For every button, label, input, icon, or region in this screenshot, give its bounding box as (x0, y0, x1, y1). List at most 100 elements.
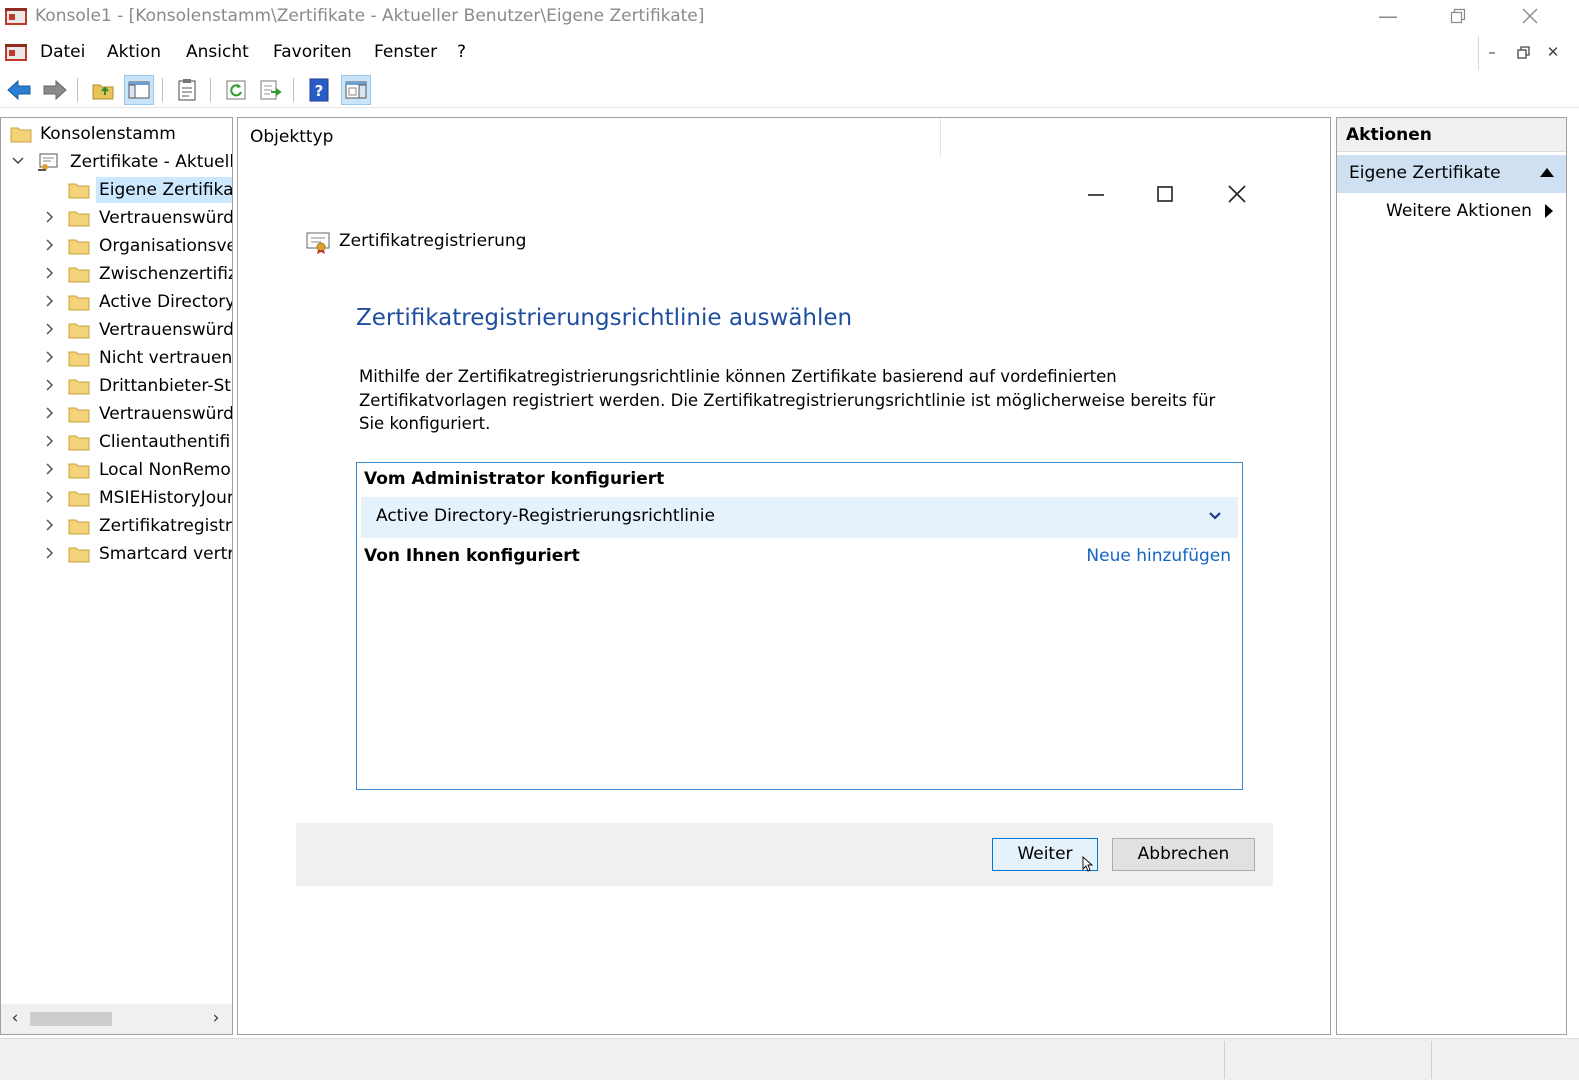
folder-icon (68, 463, 90, 479)
tree-item-certificate-folder[interactable]: Zertifikatregistri (1, 512, 232, 540)
refresh-button[interactable] (221, 75, 251, 105)
export-list-button[interactable] (256, 75, 286, 105)
chevron-right-icon[interactable] (42, 378, 56, 392)
policy-item-label: Active Directory-Registrierungsrichtlini… (376, 506, 715, 526)
menu-help[interactable]: ? (457, 42, 466, 62)
chevron-right-icon[interactable] (42, 406, 56, 420)
actions-group-eigene-zertifikate[interactable]: Eigene Zertifikate (1337, 155, 1566, 193)
close-button[interactable] (1515, 4, 1545, 30)
toolbar-separator (293, 78, 294, 102)
tree-item-label: Vertrauenswürdi (99, 208, 232, 228)
child-restore-button[interactable] (1512, 42, 1534, 64)
add-new-link[interactable]: Neue hinzufügen (1086, 546, 1231, 566)
toolbar-separator (77, 78, 78, 102)
tree-item-certificate-folder[interactable]: Active Directory (1, 288, 232, 316)
show-hide-action-pane-button[interactable] (341, 75, 371, 105)
restore-button[interactable] (1443, 4, 1473, 30)
tree-item-certificate-store[interactable]: Zertifikate - Aktuell (1, 148, 232, 176)
chevron-right-icon[interactable] (42, 350, 56, 364)
chevron-right-icon[interactable] (42, 238, 56, 252)
tree-item-certificate-folder[interactable]: MSIEHistoryJour (1, 484, 232, 512)
chevron-right-icon[interactable] (42, 546, 56, 560)
tree-item-label: Drittanbieter-Sta (99, 376, 232, 396)
close-icon (1228, 185, 1246, 203)
tree-item-label: Konsolenstamm (40, 124, 176, 144)
tree-item-certificate-folder[interactable]: Organisationsve (1, 232, 232, 260)
collapse-up-icon[interactable] (1540, 168, 1554, 177)
minimize-button[interactable]: — (1373, 4, 1403, 30)
toolbar: ? (0, 72, 1579, 108)
folder-icon (68, 323, 90, 339)
menu-ansicht[interactable]: Ansicht (186, 42, 249, 62)
folder-icon (68, 351, 90, 367)
menu-fenster[interactable]: Fenster (374, 42, 437, 62)
actions-header-label: Aktionen (1346, 125, 1432, 145)
tree-item-label: Organisationsve (99, 236, 232, 256)
up-folder-button[interactable] (88, 75, 118, 105)
tree-item-label: Vertrauenswürdi (99, 320, 232, 340)
chevron-right-icon[interactable] (42, 490, 56, 504)
console-icon[interactable] (4, 40, 28, 64)
forward-button[interactable] (40, 75, 70, 105)
folder-icon (68, 407, 90, 423)
scrollbar-thumb[interactable] (30, 1012, 112, 1026)
scroll-left-icon[interactable]: ‹ (5, 1008, 25, 1028)
submenu-arrow-icon (1545, 204, 1553, 218)
chevron-right-icon[interactable] (42, 434, 56, 448)
mmc-app-icon[interactable] (4, 5, 28, 27)
tree-item-certificate-folder[interactable]: Vertrauenswürdi (1, 316, 232, 344)
tree-item-certificate-folder[interactable]: Zwischenzertifiz (1, 260, 232, 288)
chevron-right-icon[interactable] (42, 294, 56, 308)
tree-item-certificate-folder[interactable]: Eigene Zertifikat (1, 176, 232, 204)
properties-button[interactable] (172, 75, 202, 105)
tree-item-certificate-folder[interactable]: Drittanbieter-Sta (1, 372, 232, 400)
more-actions-item[interactable]: Weitere Aktionen (1386, 201, 1532, 221)
tree-item-certificate-folder[interactable]: Local NonRemo (1, 456, 232, 484)
child-close-button[interactable]: ✕ (1542, 42, 1564, 64)
tree-item-certificate-folder[interactable]: Smartcard vertra (1, 540, 232, 568)
wizard-minimize-button[interactable] (1081, 180, 1111, 210)
help-button[interactable]: ? (304, 75, 334, 105)
chevron-right-icon[interactable] (42, 322, 56, 336)
tree-horizontal-scrollbar[interactable]: ‹ › (1, 1004, 232, 1034)
action-pane-icon (345, 81, 367, 99)
tree-item-certificate-folder[interactable]: Vertrauenswürdi (1, 400, 232, 428)
column-divider[interactable] (940, 118, 941, 156)
toolbar-separator (162, 78, 163, 102)
enrollment-policy-list: Vom Administrator konfiguriert Active Di… (356, 462, 1243, 790)
child-minimize-button[interactable]: – (1481, 42, 1503, 64)
tree-item-certificate-folder[interactable]: Vertrauenswürdi (1, 204, 232, 232)
menu-datei[interactable]: Datei (40, 42, 85, 62)
forward-arrow-icon (43, 79, 67, 101)
menu-favoriten[interactable]: Favoriten (273, 42, 352, 62)
tree-item-label: Eigene Zertifikat (96, 177, 232, 203)
admin-configured-header: Vom Administrator konfiguriert (364, 469, 665, 489)
policy-item-active-directory[interactable]: Active Directory-Registrierungsrichtlini… (361, 497, 1238, 538)
minimize-icon (1088, 194, 1104, 196)
column-header-objekttyp[interactable]: Objekttyp (250, 127, 333, 147)
chevron-down-icon[interactable] (11, 154, 25, 168)
menu-aktion[interactable]: Aktion (107, 42, 161, 62)
wizard-heading: Zertifikatregistrierungsrichtlinie auswä… (356, 305, 853, 331)
wizard-close-button[interactable] (1222, 180, 1252, 210)
chevron-right-icon[interactable] (42, 518, 56, 532)
restore-icon (1516, 46, 1530, 59)
cancel-button[interactable]: Abbrechen (1112, 838, 1255, 871)
actions-header: Aktionen (1337, 118, 1566, 152)
tree-item-certificate-folder[interactable]: Clientauthentifi (1, 428, 232, 456)
chevron-right-icon[interactable] (42, 210, 56, 224)
window-title: Konsole1 - [Konsolenstamm\Zertifikate - … (35, 6, 705, 26)
scroll-right-icon[interactable]: › (206, 1008, 226, 1028)
chevron-right-icon[interactable] (42, 462, 56, 476)
chevron-right-icon[interactable] (42, 266, 56, 280)
show-hide-tree-button[interactable] (124, 75, 154, 105)
svg-text:?: ? (315, 82, 324, 100)
back-button[interactable] (4, 75, 34, 105)
tree-item-root[interactable]: Konsolenstamm (1, 120, 232, 148)
tree-item-certificate-folder[interactable]: Nicht vertrauens (1, 344, 232, 372)
chevron-down-icon[interactable] (1206, 507, 1224, 525)
wizard-maximize-button[interactable] (1150, 180, 1180, 210)
folder-icon (68, 211, 90, 227)
folder-icon (68, 379, 90, 395)
back-arrow-icon (7, 79, 31, 101)
